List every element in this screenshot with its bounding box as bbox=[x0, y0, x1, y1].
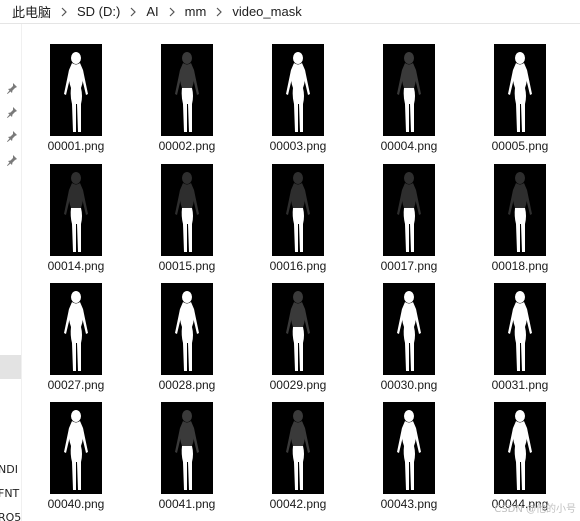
file-grid: 00001.png 00002.png 00003.png 00004.png 0000… bbox=[22, 24, 580, 521]
navigation-pane: NDI FNT RO5I bbox=[0, 24, 22, 521]
image-thumbnail[interactable] bbox=[383, 402, 435, 494]
pin-icon[interactable] bbox=[6, 105, 18, 118]
chevron-right-icon[interactable] bbox=[57, 7, 71, 17]
image-thumbnail[interactable] bbox=[494, 44, 546, 136]
watermark: CSDN @他的小号 bbox=[494, 504, 576, 515]
image-thumbnail[interactable] bbox=[272, 402, 324, 494]
pin-icon[interactable] bbox=[6, 81, 18, 94]
image-thumbnail[interactable] bbox=[494, 283, 546, 375]
image-thumbnail[interactable] bbox=[161, 402, 213, 494]
file-name: 00018.png bbox=[491, 259, 549, 273]
breadcrumb-item[interactable]: mm bbox=[179, 4, 213, 19]
file-name: 00027.png bbox=[47, 378, 105, 392]
file-name: 00001.png bbox=[47, 139, 105, 153]
chevron-right-icon[interactable] bbox=[126, 7, 140, 17]
breadcrumb-item[interactable]: video_mask bbox=[226, 4, 307, 19]
chevron-right-icon[interactable] bbox=[212, 7, 226, 17]
file-name: 00043.png bbox=[380, 497, 438, 511]
file-name: 00002.png bbox=[158, 139, 216, 153]
file-name: 00029.png bbox=[269, 378, 327, 392]
pin-icon[interactable] bbox=[6, 153, 18, 166]
breadcrumb-item[interactable]: 此电脑 bbox=[0, 2, 57, 21]
file-name: 00014.png bbox=[47, 259, 105, 273]
image-thumbnail[interactable] bbox=[383, 164, 435, 256]
image-thumbnail[interactable] bbox=[383, 44, 435, 136]
nav-item-label[interactable]: NDI bbox=[0, 463, 18, 476]
pin-icon[interactable] bbox=[6, 129, 18, 142]
file-name: 00016.png bbox=[269, 259, 327, 273]
file-name: 00040.png bbox=[47, 497, 105, 511]
file-name: 00041.png bbox=[158, 497, 216, 511]
image-thumbnail[interactable] bbox=[50, 402, 102, 494]
image-thumbnail[interactable] bbox=[272, 164, 324, 256]
breadcrumb-item[interactable]: AI bbox=[140, 4, 164, 19]
image-thumbnail[interactable] bbox=[161, 283, 213, 375]
file-name: 00031.png bbox=[491, 378, 549, 392]
image-thumbnail[interactable] bbox=[50, 283, 102, 375]
file-name: 00005.png bbox=[491, 139, 549, 153]
file-name: 00030.png bbox=[380, 378, 438, 392]
nav-item-label[interactable]: RO5I bbox=[0, 511, 21, 521]
file-name: 00017.png bbox=[380, 259, 438, 273]
file-name: 00015.png bbox=[158, 259, 216, 273]
image-thumbnail[interactable] bbox=[272, 283, 324, 375]
file-name: 00042.png bbox=[269, 497, 327, 511]
image-thumbnail[interactable] bbox=[50, 164, 102, 256]
chevron-right-icon[interactable] bbox=[165, 7, 179, 17]
breadcrumb-item[interactable]: SD (D:) bbox=[71, 4, 126, 19]
nav-selected-item[interactable] bbox=[0, 355, 21, 379]
image-thumbnail[interactable] bbox=[161, 44, 213, 136]
address-breadcrumb: 此电脑 SD (D:) AI mm video_mask bbox=[0, 0, 580, 24]
nav-item-label[interactable]: FNT bbox=[0, 487, 19, 500]
image-thumbnail[interactable] bbox=[494, 402, 546, 494]
file-name: 00028.png bbox=[158, 378, 216, 392]
image-thumbnail[interactable] bbox=[272, 44, 324, 136]
image-thumbnail[interactable] bbox=[383, 283, 435, 375]
image-thumbnail[interactable] bbox=[494, 164, 546, 256]
image-thumbnail[interactable] bbox=[161, 164, 213, 256]
file-name: 00003.png bbox=[269, 139, 327, 153]
file-name: 00004.png bbox=[380, 139, 438, 153]
image-thumbnail[interactable] bbox=[50, 44, 102, 136]
